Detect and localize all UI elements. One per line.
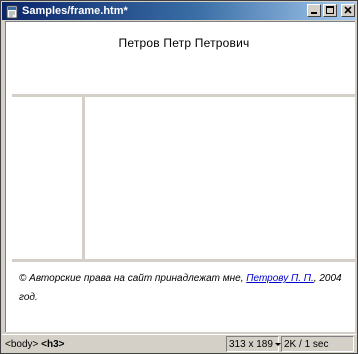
author-link[interactable]: Петрову П. П. (246, 273, 314, 284)
design-view[interactable]: Петров Петр Петрович © Авторские права н… (5, 21, 356, 332)
close-button[interactable] (341, 4, 355, 17)
maximize-icon (326, 6, 334, 14)
copyright-text: © Авторские права на сайт принадлежат мн… (19, 269, 349, 307)
frame-top[interactable]: Петров Петр Петрович (12, 25, 356, 94)
status-bar: <body> <h3> 313 x 189 2K / 1 sec (2, 334, 356, 353)
maximize-button[interactable] (323, 4, 337, 17)
copyright-prefix: © Авторские права на сайт принадлежат мн… (19, 273, 247, 284)
page-heading: Петров Петр Петрович (118, 36, 250, 50)
frame-left[interactable] (12, 97, 82, 259)
frame-bottom[interactable]: © Авторские права на сайт принадлежат мн… (12, 262, 356, 332)
window-size-value: 313 x 189 (229, 339, 273, 350)
window-title: Samples/frame.htm* (22, 5, 128, 17)
frame-main[interactable] (85, 97, 356, 259)
tag-selector: <body> <h3> (5, 338, 65, 351)
download-stats: 2K / 1 sec (281, 336, 354, 352)
minimize-icon (311, 12, 317, 14)
tag-body[interactable]: <body> (5, 339, 38, 350)
title-bar[interactable]: Samples/frame.htm* (2, 2, 356, 20)
minimize-button[interactable] (307, 4, 321, 17)
document-window: Samples/frame.htm* Петров Петр Петрович (0, 0, 358, 354)
document-icon (5, 4, 19, 19)
tag-h3[interactable]: <h3> (41, 339, 64, 350)
window-size-menu[interactable]: 313 x 189 (226, 336, 281, 352)
close-icon (344, 6, 352, 14)
download-stats-value: 2K / 1 sec (284, 339, 329, 350)
